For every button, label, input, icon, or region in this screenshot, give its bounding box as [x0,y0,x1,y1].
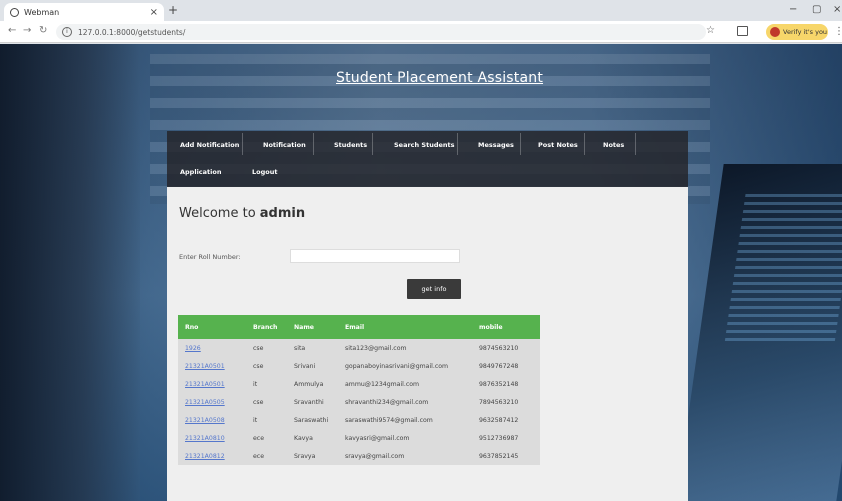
side-panel-icon[interactable] [737,26,748,36]
cell-rno[interactable]: 1926 [178,339,246,357]
table-row: 21321A0501 it Ammulya ammu@1234gmail.com 987… [178,375,540,393]
reload-button[interactable]: ↻ [39,25,47,36]
browser-toolbar: ← → ↻ 127.0.0.1:8000/getstudents/ i ☆ Ve… [0,21,842,43]
nav-messages[interactable]: Messages [478,141,514,149]
nav-application[interactable]: Application [180,168,221,176]
welcome-heading: Welcome to admin [179,206,305,221]
nav-divider [520,133,521,155]
cell-rno[interactable]: 21321A0505 [178,393,246,411]
cell-name: Srivani [287,357,338,375]
nav-divider [635,133,636,155]
welcome-username: admin [259,206,306,221]
cell-branch: ece [246,429,287,447]
table-row: 21321A0812 ece Sravya sravya@gmail.com 96378… [178,447,540,465]
browser-tabstrip: Webman × + − ▢ × [0,0,842,21]
students-table: Rno Branch Name Email mobile 1926 cse sita… [178,315,540,465]
cell-name: Kavya [287,429,338,447]
cell-rno[interactable]: 21321A0810 [178,429,246,447]
site-title[interactable]: Student Placement Assistant [336,70,543,86]
column-header-branch: Branch [246,315,287,339]
cell-mobile: 7894563210 [472,393,540,411]
cell-branch: it [246,411,287,429]
site-info-icon[interactable]: i [62,27,72,37]
nav-post-notes[interactable]: Post Notes [538,141,578,149]
tab-close-icon[interactable]: × [150,7,158,18]
cell-mobile: 9512736987 [472,429,540,447]
table-row: 21321A0501 cse Srivani gopanaboyinasrivani@… [178,357,540,375]
url-text: 127.0.0.1:8000/getstudents/ [78,27,186,37]
get-info-button[interactable]: get info [407,279,461,299]
nav-notification[interactable]: Notification [263,141,306,149]
nav-logout[interactable]: Logout [252,168,277,176]
cell-name: Saraswathi [287,411,338,429]
cell-name: Sravanthi [287,393,338,411]
table-row: 21321A0508 it Saraswathi saraswathi9574@gma… [178,411,540,429]
table-row: 21321A0810 ece Kavya kavyasri@gmail.com 9512… [178,429,540,447]
content-panel: Welcome to admin Enter Roll Number: get … [167,187,688,501]
cell-mobile: 9637852145 [472,447,540,465]
url-bar[interactable]: 127.0.0.1:8000/getstudents/ [56,24,706,40]
column-header-email: Email [338,315,472,339]
nav-notes[interactable]: Notes [603,141,624,149]
cell-email: sravya@gmail.com [338,447,472,465]
profile-verify-button[interactable]: Verify it's you [766,24,828,40]
cell-rno[interactable]: 21321A0501 [178,375,246,393]
column-header-rno: Rno [178,315,246,339]
cell-branch: cse [246,357,287,375]
cell-mobile: 9632587412 [472,411,540,429]
window-close-button[interactable]: × [833,4,841,15]
cell-branch: cse [246,393,287,411]
nav-divider [372,133,373,155]
profile-avatar-icon [770,27,780,37]
main-navbar: Add Notification Notification Students S… [167,131,688,187]
forward-button[interactable]: → [23,25,31,36]
welcome-prefix: Welcome to [179,206,260,221]
cell-mobile: 9876352148 [472,375,540,393]
cell-email: saraswathi9574@gmail.com [338,411,472,429]
back-button[interactable]: ← [8,25,16,36]
cell-email: kavyasri@gmail.com [338,429,472,447]
browser-tab[interactable]: Webman × [4,3,164,21]
nav-divider [242,133,243,155]
page-viewport: Student Placement Assistant Add Notifica… [0,44,842,501]
nav-divider [313,133,314,155]
cell-email: ammu@1234gmail.com [338,375,472,393]
menu-kebab-icon[interactable]: ⋮ [834,26,842,37]
cell-email: sita123@gmail.com [338,339,472,357]
new-tab-button[interactable]: + [168,3,178,17]
column-header-mobile: mobile [472,315,540,339]
column-header-name: Name [287,315,338,339]
cell-rno[interactable]: 21321A0501 [178,357,246,375]
cell-branch: ece [246,447,287,465]
tab-title: Webman [24,7,60,17]
cell-name: Ammulya [287,375,338,393]
cell-branch: it [246,375,287,393]
table-header-row: Rno Branch Name Email mobile [178,315,540,339]
background-laptop-screen [724,194,842,344]
cell-rno[interactable]: 21321A0508 [178,411,246,429]
cell-name: sita [287,339,338,357]
nav-divider [457,133,458,155]
cell-email: shravanthi234@gmail.com [338,393,472,411]
bookmark-star-icon[interactable]: ☆ [706,25,715,36]
restore-button[interactable]: ▢ [812,4,821,15]
nav-students[interactable]: Students [334,141,367,149]
roll-number-input[interactable] [290,249,460,263]
table-row: 21321A0505 cse Sravanthi shravanthi234@gmai… [178,393,540,411]
verify-label: Verify it's you [783,28,828,36]
cell-mobile: 9874563210 [472,339,540,357]
cell-branch: cse [246,339,287,357]
nav-divider [584,133,585,155]
roll-number-label: Enter Roll Number: [179,253,241,261]
cell-name: Sravya [287,447,338,465]
cell-rno[interactable]: 21321A0812 [178,447,246,465]
nav-search-students[interactable]: Search Students [394,141,455,149]
cell-email: gopanaboyinasrivani@gmail.com [338,357,472,375]
globe-icon [10,7,19,17]
nav-add-notification[interactable]: Add Notification [180,141,239,149]
minimize-button[interactable]: − [789,4,797,15]
cell-mobile: 9849767248 [472,357,540,375]
background-person-image [0,44,140,501]
table-row: 1926 cse sita sita123@gmail.com 9874563210 [178,339,540,357]
